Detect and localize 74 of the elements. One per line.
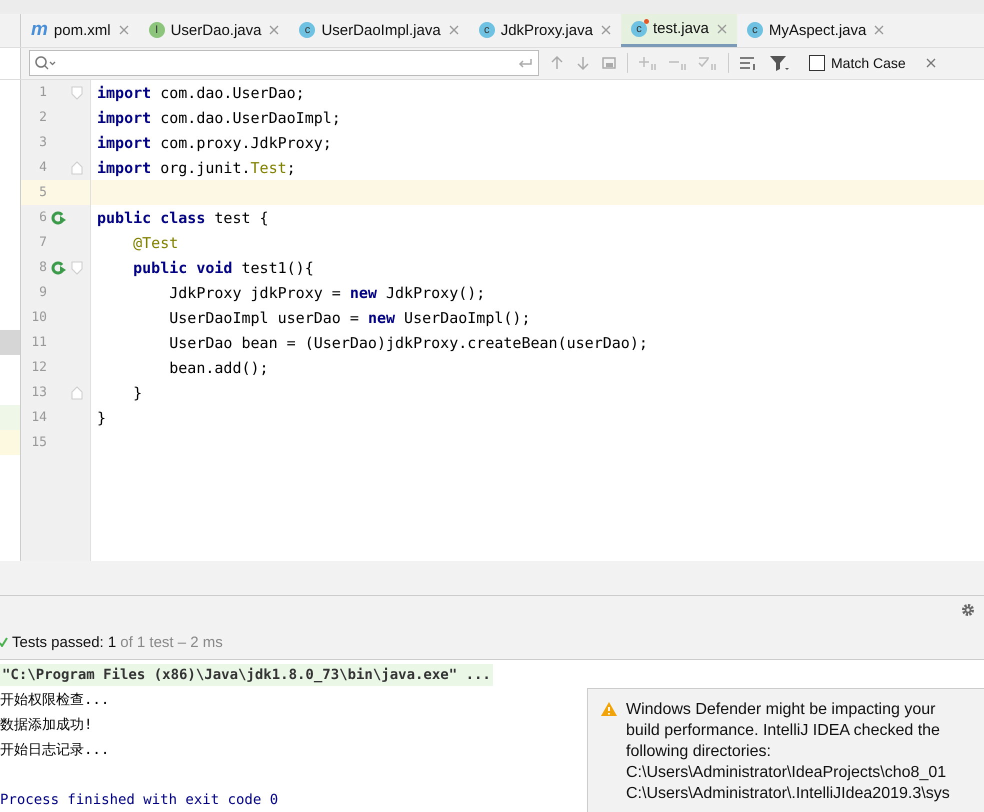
notification-message: Windows Defender might be impacting your build performance. IntelliJ IDEA checked the following directories: xyxy=(626,700,941,762)
up-arrow-icon[interactable] xyxy=(549,55,565,72)
line-number: 10 xyxy=(30,310,47,326)
code-line: public void test1(){ xyxy=(132,258,314,277)
editor-tab[interactable]: m pom.xml xyxy=(21,14,139,47)
line-number: 14 xyxy=(30,410,47,426)
file-type-icon: c xyxy=(746,22,763,38)
code-line: bean.add(); xyxy=(168,358,269,377)
editor-tab[interactable]: c UserDaoImpl.java xyxy=(289,14,469,47)
run-test-icon[interactable] xyxy=(51,210,67,226)
file-type-icon: I xyxy=(148,22,165,38)
code-line: JdkProxy jdkProxy = new JdkProxy(); xyxy=(168,284,486,302)
console-line: 开始权限检查... xyxy=(0,690,110,708)
console-line: Process finished with exit code 0 xyxy=(0,792,278,808)
fold-icon[interactable] xyxy=(71,386,83,400)
tests-detail: of 1 test – 2 ms xyxy=(120,634,223,651)
code-line: import com.dao.UserDao; xyxy=(96,84,305,102)
close-icon[interactable] xyxy=(600,25,611,36)
close-icon[interactable] xyxy=(269,25,280,36)
search-field[interactable] xyxy=(29,50,539,76)
fold-icon[interactable] xyxy=(71,86,83,100)
line-number: 1 xyxy=(38,85,47,100)
code-line: public class test { xyxy=(96,208,269,227)
line-number: 5 xyxy=(38,185,47,200)
maven-icon: m xyxy=(31,19,48,42)
code-line: UserDaoImpl userDao = new UserDaoImpl(); xyxy=(168,308,530,327)
funnel-icon[interactable] xyxy=(769,54,791,72)
close-icon[interactable] xyxy=(716,24,727,34)
code-line: UserDao bean = (UserDao)jdkProxy.createBean(userDao); xyxy=(168,334,648,352)
editor-tab[interactable]: c test.java xyxy=(620,14,737,47)
match-case-checkbox[interactable]: Match Case xyxy=(809,55,906,72)
line-number: 4 xyxy=(38,160,47,176)
file-type-icon: c xyxy=(630,20,647,37)
code-line: } xyxy=(96,408,106,427)
code-line: import org.junit.Test; xyxy=(96,158,296,177)
line-number: 13 xyxy=(30,385,47,400)
console-line: 数据添加成功! xyxy=(0,716,92,734)
line-number: 7 xyxy=(38,235,47,250)
line-number: 12 xyxy=(30,360,47,376)
tests-summary: Tests passed: 1 xyxy=(12,634,116,651)
directory-path: C:\Users\Administrator\IdeaProjects\cho8_01 xyxy=(626,763,948,783)
select-all-icon[interactable] xyxy=(698,55,718,72)
line-number: 6 xyxy=(38,210,47,226)
close-icon[interactable] xyxy=(448,25,459,36)
line-number: 8 xyxy=(38,260,47,276)
close-icon[interactable] xyxy=(926,58,936,68)
code-line: import com.dao.UserDaoImpl; xyxy=(96,108,341,127)
close-icon[interactable] xyxy=(118,25,129,36)
down-arrow-icon[interactable] xyxy=(575,55,591,72)
line-number: 15 xyxy=(30,435,47,450)
settings-icon[interactable] xyxy=(960,602,976,618)
add-occurrence-icon[interactable] xyxy=(638,55,658,72)
line-number: 11 xyxy=(30,335,47,350)
line-number: 2 xyxy=(38,110,47,126)
line-number: 3 xyxy=(38,135,47,150)
fold-icon[interactable] xyxy=(71,260,83,275)
directory-path: C:\Users\Administrator\.IntelliJIdea2019.3\sys xyxy=(626,784,950,804)
run-test-icon[interactable] xyxy=(51,260,67,276)
square-icon[interactable] xyxy=(601,55,617,72)
editor-tab[interactable]: c JdkProxy.java xyxy=(468,14,621,47)
console-line: 开始日志记录... xyxy=(0,740,110,758)
close-icon[interactable] xyxy=(874,25,884,36)
file-type-icon: c xyxy=(299,22,316,38)
editor-tab[interactable]: c MyAspect.java xyxy=(736,14,894,47)
warning-icon xyxy=(600,701,618,717)
editor-tab[interactable]: I UserDao.java xyxy=(138,14,290,47)
code-line: } xyxy=(132,384,142,402)
check-icon xyxy=(0,637,8,648)
search-icon xyxy=(34,55,56,72)
code-line: @Test xyxy=(132,234,178,252)
fold-icon[interactable] xyxy=(71,160,83,175)
line-number: 9 xyxy=(38,285,47,300)
code-line: import com.proxy.JdkProxy; xyxy=(96,134,332,152)
file-type-icon: c xyxy=(478,22,495,38)
